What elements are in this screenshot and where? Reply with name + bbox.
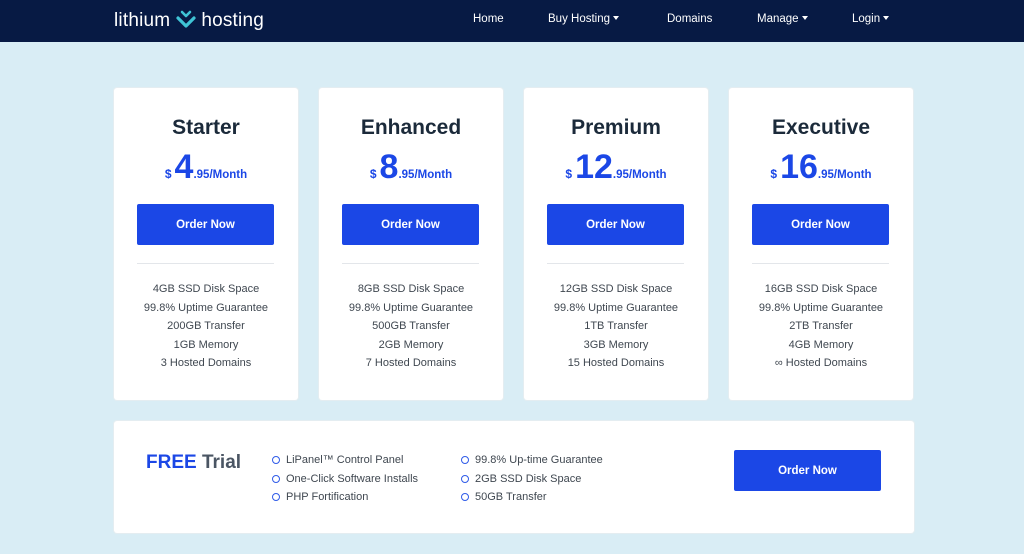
nav-buy-hosting-label: Buy Hosting — [548, 13, 611, 25]
nav-domains-label: Domains — [667, 13, 713, 25]
nav-home[interactable]: Home — [473, 13, 504, 25]
plan-card-enhanced: Enhanced $ 8 .95/Month Order Now 8GB SSD… — [319, 88, 503, 400]
divider — [137, 263, 274, 264]
feature-item: 500GB Transfer — [372, 320, 450, 332]
circle-bullet-icon — [461, 456, 469, 465]
logo-text-lithium: lithium — [114, 10, 171, 31]
feature-list: 12GB SSD Disk Space 99.8% Uptime Guarant… — [524, 280, 708, 373]
nav-manage[interactable]: Manage — [757, 13, 808, 25]
divider — [342, 263, 479, 264]
price-currency: $ — [164, 167, 172, 181]
price-currency: $ — [369, 167, 377, 181]
plan-card-executive: Executive $ 16 .95/Month Order Now 16GB … — [729, 88, 913, 400]
nav-domains[interactable]: Domains — [667, 13, 712, 25]
price-whole: 16 — [780, 148, 818, 186]
circle-bullet-icon — [461, 474, 469, 483]
feature-item: 99.8% Uptime Guarantee — [143, 301, 269, 314]
feature-item: 4GB Memory — [788, 338, 854, 351]
order-now-button[interactable]: Order Now — [137, 204, 274, 245]
feature-item: 99.8% Uptime Guarantee — [758, 301, 884, 314]
circle-bullet-icon — [272, 474, 280, 483]
caret-down-icon — [801, 16, 808, 20]
trial-feature-item: 2GB SSD Disk Space — [461, 470, 603, 489]
trial-feature-text: 99.8% Up-time Guarantee — [475, 454, 603, 466]
trial-feature-text: PHP Fortification — [286, 491, 369, 503]
plan-name: Enhanced — [360, 116, 462, 139]
feature-item: ∞ Hosted Domains — [774, 357, 868, 369]
plan-price: $ 4 .95/Month — [114, 148, 298, 186]
price-whole: 4 — [174, 148, 194, 186]
trial-feature-item: PHP Fortification — [272, 488, 418, 507]
feature-item: 12GB SSD Disk Space — [559, 283, 673, 295]
feature-item: 99.8% Uptime Guarantee — [553, 301, 679, 314]
plan-card-premium: Premium $ 12 .95/Month Order Now 12GB SS… — [524, 88, 708, 400]
nav-login[interactable]: Login — [852, 13, 890, 25]
free-trial-banner: FREE Trial LiPanel™ Control Panel One-Cl… — [114, 421, 914, 533]
price-cents: .95/Month — [817, 169, 872, 181]
feature-item: 16GB SSD Disk Space — [764, 283, 878, 295]
plan-name: Starter — [172, 116, 240, 139]
logo-text-hosting: hosting — [201, 10, 264, 31]
free-trial-heading: FREE Trial — [146, 452, 241, 474]
feature-item: 1GB Memory — [173, 338, 239, 351]
trial-feature-item: 99.8% Up-time Guarantee — [461, 451, 603, 470]
divider — [547, 263, 684, 264]
trial-order-now-button[interactable]: Order Now — [734, 450, 881, 491]
trial-feature-text: 2GB SSD Disk Space — [475, 472, 582, 485]
feature-item: 99.8% Uptime Guarantee — [348, 301, 474, 314]
plan-name: Premium — [571, 116, 661, 139]
circle-bullet-icon — [272, 493, 280, 502]
feature-item: 4GB SSD Disk Space — [152, 283, 260, 295]
order-now-button[interactable]: Order Now — [752, 204, 889, 245]
feature-item: 3GB Memory — [583, 338, 649, 351]
site-logo[interactable]: lithium hosting — [114, 8, 264, 34]
feature-item: 200GB Transfer — [167, 320, 245, 332]
trial-feature-text: One-Click Software Installs — [286, 472, 419, 485]
plan-card-starter: Starter $ 4 .95/Month Order Now 4GB SSD … — [114, 88, 298, 400]
top-navbar: lithium hosting Home Buy Hosting Domains… — [0, 0, 1024, 42]
price-cents: .95/Month — [193, 169, 248, 181]
trial-feature-text: 50GB Transfer — [475, 491, 547, 503]
plan-price: $ 12 .95/Month — [524, 148, 708, 186]
divider — [752, 263, 889, 264]
feature-list: 16GB SSD Disk Space 99.8% Uptime Guarant… — [729, 280, 913, 373]
nav-buy-hosting[interactable]: Buy Hosting — [548, 13, 620, 25]
price-currency: $ — [565, 167, 573, 181]
trial-feature-item: One-Click Software Installs — [272, 470, 418, 489]
price-currency: $ — [770, 167, 778, 181]
trial-feature-list-1: LiPanel™ Control Panel One-Click Softwar… — [272, 451, 418, 507]
logo-chevron-icon — [176, 10, 196, 28]
plan-price: $ 8 .95/Month — [319, 148, 503, 186]
circle-bullet-icon — [461, 493, 469, 502]
caret-down-icon — [883, 16, 890, 20]
feature-list: 4GB SSD Disk Space 99.8% Uptime Guarante… — [114, 280, 298, 373]
price-whole: 12 — [575, 148, 613, 186]
nav-manage-label: Manage — [757, 13, 799, 25]
price-whole: 8 — [379, 148, 399, 186]
feature-item: 3 Hosted Domains — [160, 357, 252, 369]
feature-item: 2TB Transfer — [789, 320, 853, 332]
feature-item: 7 Hosted Domains — [365, 357, 457, 369]
order-now-button[interactable]: Order Now — [342, 204, 479, 245]
feature-list: 8GB SSD Disk Space 99.8% Uptime Guarante… — [319, 280, 503, 373]
free-label: FREE — [146, 452, 197, 473]
feature-item: 8GB SSD Disk Space — [357, 283, 465, 295]
plan-price: $ 16 .95/Month — [729, 148, 913, 186]
trial-feature-item: 50GB Transfer — [461, 488, 603, 507]
feature-item: 2GB Memory — [378, 338, 444, 351]
circle-bullet-icon — [272, 456, 280, 465]
caret-down-icon — [613, 16, 620, 20]
nav-login-label: Login — [852, 13, 881, 25]
order-now-button[interactable]: Order Now — [547, 204, 684, 245]
trial-feature-item: LiPanel™ Control Panel — [272, 451, 418, 470]
trial-feature-list-2: 99.8% Up-time Guarantee 2GB SSD Disk Spa… — [461, 451, 603, 507]
feature-item: 1TB Transfer — [584, 320, 648, 332]
plan-name: Executive — [771, 116, 871, 139]
nav-home-label: Home — [473, 13, 504, 25]
price-cents: .95/Month — [398, 169, 453, 181]
trial-feature-text: LiPanel™ Control Panel — [286, 454, 404, 466]
feature-item: 15 Hosted Domains — [567, 357, 665, 369]
price-cents: .95/Month — [612, 169, 667, 181]
trial-label: Trial — [201, 452, 242, 473]
